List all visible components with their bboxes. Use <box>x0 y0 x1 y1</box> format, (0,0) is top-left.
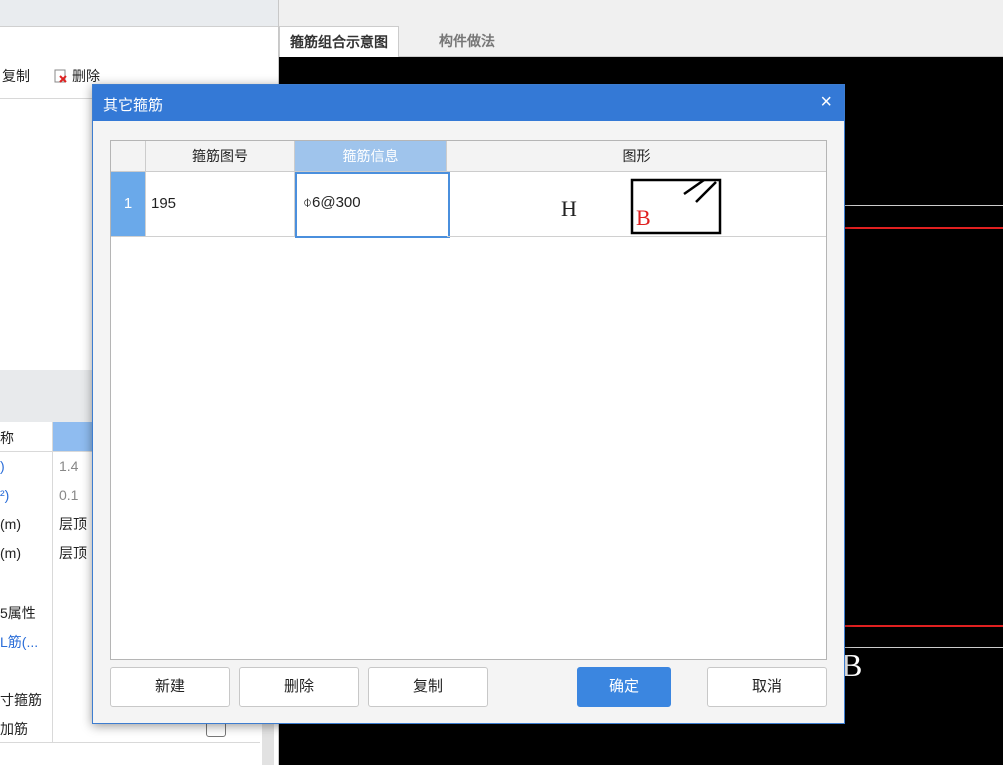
cell-info[interactable]: ⌽6@300 <box>295 172 450 238</box>
row-index[interactable]: 1 <box>111 172 146 237</box>
left-topbar <box>0 0 278 27</box>
shape-label-b: B <box>636 205 651 230</box>
copy-button[interactable]: 复制 <box>2 66 30 86</box>
shape-label-h: H <box>561 196 577 221</box>
close-icon[interactable]: × <box>820 91 832 114</box>
property-label: (m) <box>0 545 21 561</box>
tab-stirrup-combination[interactable]: 箍筋组合示意图 <box>279 26 399 57</box>
ok-button[interactable]: 确定 <box>577 667 671 707</box>
new-button[interactable]: 新建 <box>110 667 230 707</box>
stirrup-table: 箍筋图号 箍筋信息 图形 1 195 ⌽6@300 H B <box>110 140 827 660</box>
row-number-header <box>111 141 146 172</box>
cell-figure-no[interactable]: 195 <box>146 172 295 237</box>
right-tab-bar: 箍筋组合示意图 构件做法 <box>279 26 1003 57</box>
copy-label: 复制 <box>2 68 30 84</box>
property-label: L筋(... <box>0 634 39 650</box>
property-label: ) <box>0 458 5 474</box>
property-label: 加筋 <box>0 721 28 737</box>
delete-label: 删除 <box>72 68 100 84</box>
cell-shape: H B <box>447 172 826 237</box>
delete-button[interactable]: 删除 <box>239 667 359 707</box>
other-stirrup-dialog: 其它箍筋 × 箍筋图号 箍筋信息 图形 1 195 ⌽6@300 H B 新建 … <box>92 84 845 724</box>
copy-button[interactable]: 复制 <box>368 667 488 707</box>
prop-name-header: 称 <box>0 430 14 446</box>
property-label: 寸箍筋 <box>0 692 42 708</box>
dialog-title: 其它箍筋 <box>103 97 164 114</box>
delete-icon <box>54 69 68 83</box>
property-label: 5属性 <box>0 605 36 621</box>
tab-component-method[interactable]: 构件做法 <box>429 26 505 56</box>
col-header-info[interactable]: 箍筋信息 <box>295 141 447 172</box>
delete-button[interactable]: 删除 <box>54 66 100 86</box>
col-header-shape[interactable]: 图形 <box>447 141 826 172</box>
property-label: ²) <box>0 487 10 503</box>
cancel-button[interactable]: 取消 <box>707 667 827 707</box>
col-header-figure-no[interactable]: 箍筋图号 <box>146 141 295 172</box>
property-label: (m) <box>0 516 21 532</box>
dialog-titlebar: 其它箍筋 × <box>93 85 844 121</box>
